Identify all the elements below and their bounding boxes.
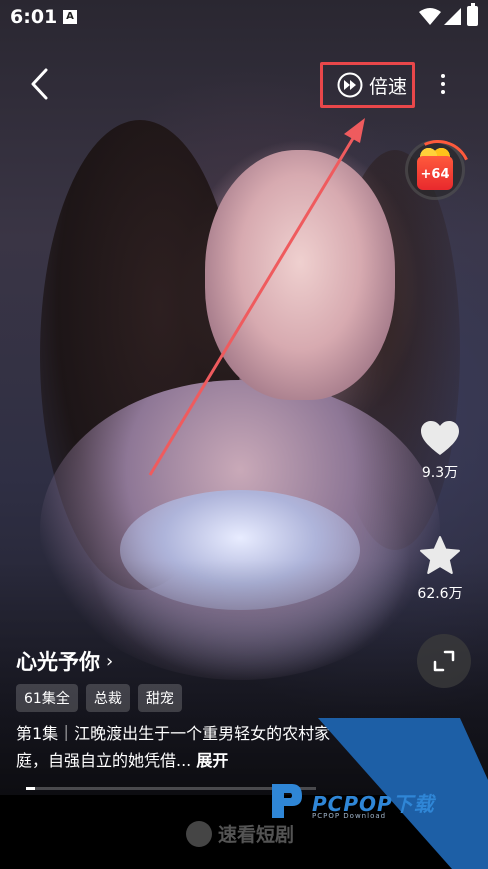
reward-count: +64 [420, 167, 450, 182]
app-logo: 速看短剧 [186, 820, 294, 847]
fullscreen-button[interactable] [417, 634, 471, 688]
star-icon [420, 536, 460, 574]
app-name: 速看短剧 [218, 824, 295, 846]
drama-title-link[interactable]: 心光予你 › [16, 646, 113, 676]
tag-genre[interactable]: 总裁 [85, 684, 130, 712]
like-button[interactable]: 9.3万 [408, 420, 472, 482]
wifi-icon [419, 8, 441, 25]
tag-episodes[interactable]: 61集全 [16, 684, 78, 712]
reward-gift-widget[interactable]: +64 [405, 140, 465, 206]
video-scene [205, 150, 395, 400]
episode-description: 第1集｜江晚渡出生于一个重男轻女的农村家庭，自强自立的她凭借... 展开 [16, 720, 336, 774]
heart-icon [421, 421, 459, 455]
more-options-icon[interactable] [436, 70, 450, 100]
expand-icon [433, 650, 455, 672]
description-text: 第1集｜江晚渡出生于一个重男轻女的农村家庭，自强自立的她凭借... [16, 724, 331, 770]
progress-fill [26, 787, 35, 790]
watermark-sub: PCPOP Download [312, 812, 387, 820]
tag-list: 61集全 总裁 甜宠 [16, 684, 182, 712]
watermark-logo [272, 784, 302, 818]
like-count: 9.3万 [421, 465, 459, 481]
tag-genre[interactable]: 甜宠 [137, 684, 182, 712]
notification-icon: A [63, 10, 77, 24]
expand-button[interactable]: 展开 [196, 751, 228, 770]
speed-button[interactable]: 倍速 [320, 62, 415, 108]
favorite-count: 62.6万 [417, 586, 463, 602]
speed-icon [337, 72, 363, 98]
chevron-right-icon: › [106, 650, 114, 672]
status-bar: 6:01 A [0, 0, 488, 34]
battery-icon [467, 3, 478, 26]
favorite-button[interactable]: 62.6万 [408, 535, 472, 603]
back-icon[interactable] [26, 66, 56, 102]
app-logo-icon [186, 820, 212, 847]
speed-label: 倍速 [369, 75, 408, 98]
status-time: 6:01 [10, 6, 58, 28]
signal-icon [444, 8, 461, 25]
drama-title: 心光予你 [16, 650, 100, 674]
